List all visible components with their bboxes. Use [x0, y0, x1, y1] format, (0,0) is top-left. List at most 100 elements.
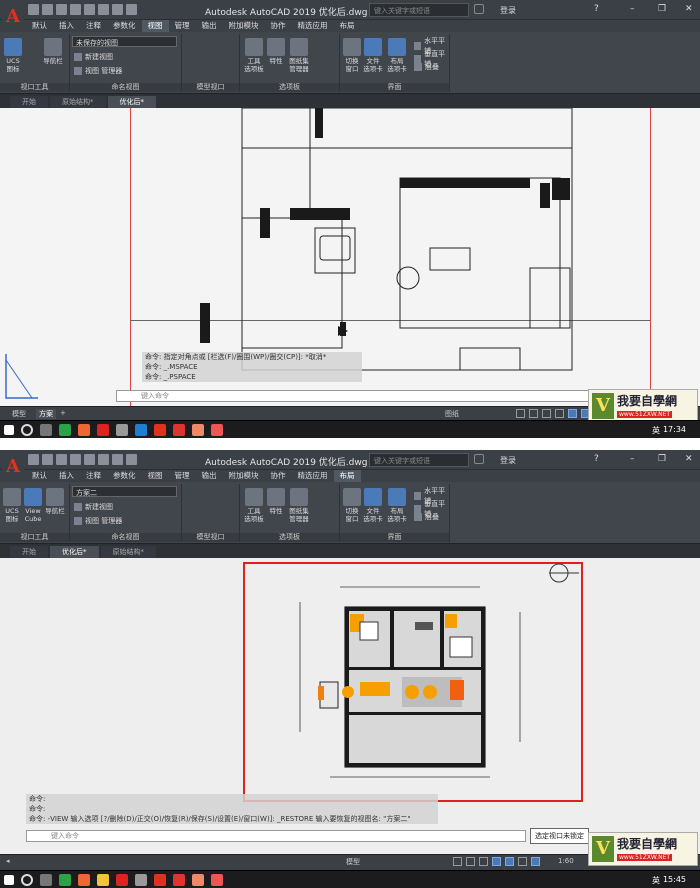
redo-icon[interactable]: [126, 4, 137, 15]
add-layout-icon[interactable]: +: [60, 409, 66, 417]
snap-icon[interactable]: [516, 409, 525, 418]
new-view-button[interactable]: 新建视图: [74, 502, 113, 512]
menu-item[interactable]: 注释: [80, 20, 107, 32]
polar-icon[interactable]: [479, 857, 488, 866]
layout-tabs-button[interactable]: 布局 选项卡: [386, 488, 408, 523]
maximize-icon[interactable]: ❐: [658, 454, 666, 464]
minimize-icon[interactable]: –: [630, 454, 635, 464]
app-icon[interactable]: [211, 874, 223, 886]
windows-start-icon[interactable]: [4, 875, 14, 885]
ucs-icon-button[interactable]: UCS 图标: [3, 38, 23, 73]
app-icon[interactable]: [78, 424, 90, 436]
sheetset-button[interactable]: 图纸集 管理器: [287, 488, 311, 523]
wechat-icon[interactable]: [59, 874, 71, 886]
grid-icon[interactable]: [453, 857, 462, 866]
search-icon[interactable]: [21, 874, 33, 886]
file-tab[interactable]: 开始: [10, 546, 48, 558]
save-icon[interactable]: [56, 454, 67, 465]
navbar-button[interactable]: 导航栏: [42, 38, 64, 65]
app-logo[interactable]: A: [2, 1, 24, 31]
menu-item[interactable]: 协作: [265, 470, 292, 482]
command-input[interactable]: 键入命令: [26, 830, 526, 842]
menu-item[interactable]: 管理: [169, 470, 196, 482]
view-manager-button[interactable]: 视图 管理器: [74, 66, 122, 76]
clock[interactable]: 15:45: [663, 875, 686, 884]
cascade-button[interactable]: 层叠: [414, 512, 439, 522]
menu-item[interactable]: 注释: [80, 470, 107, 482]
minimize-icon[interactable]: –: [630, 4, 635, 14]
app-icon[interactable]: [97, 424, 109, 436]
taskview-icon[interactable]: [40, 874, 52, 886]
switch-window-button[interactable]: 切换 窗口: [342, 38, 362, 73]
autocad-icon[interactable]: [154, 424, 166, 436]
app-logo[interactable]: A: [2, 451, 24, 481]
viewport-icon[interactable]: [492, 857, 501, 866]
menu-item[interactable]: 布局: [334, 20, 361, 32]
login-link[interactable]: 登录: [500, 455, 516, 466]
menu-item[interactable]: 视图: [141, 20, 169, 32]
menu-item[interactable]: 参数化: [107, 20, 142, 32]
file-tabs-button[interactable]: 文件 选项卡: [362, 488, 384, 523]
new-icon[interactable]: [28, 454, 39, 465]
model-tab[interactable]: 模型: [12, 409, 26, 419]
ime-indicator[interactable]: 英: [652, 875, 660, 886]
taskview-icon[interactable]: [40, 424, 52, 436]
undo-icon[interactable]: [112, 454, 123, 465]
clock[interactable]: 17:34: [663, 425, 686, 434]
menu-item[interactable]: 协作: [265, 20, 292, 32]
app-icon[interactable]: [211, 424, 223, 436]
app-icon[interactable]: [192, 424, 204, 436]
menu-item[interactable]: 输出: [196, 20, 223, 32]
new-view-button[interactable]: 新建视图: [74, 52, 113, 62]
file-tabs-button[interactable]: 文件 选项卡: [362, 38, 384, 73]
lock-icon[interactable]: [531, 857, 540, 866]
file-tab[interactable]: 原始结构*: [100, 546, 156, 558]
menu-item[interactable]: 默认: [26, 20, 53, 32]
layout-tabs-button[interactable]: 布局 选项卡: [386, 38, 408, 73]
select-icon[interactable]: [505, 857, 514, 866]
folder-icon[interactable]: [97, 874, 109, 886]
viewcube-button[interactable]: View Cube: [22, 488, 44, 523]
switch-window-button[interactable]: 切换 窗口: [342, 488, 362, 523]
save-icon[interactable]: [56, 4, 67, 15]
search-input[interactable]: 键入关键字或短语: [369, 453, 469, 467]
app-icon[interactable]: [135, 874, 147, 886]
command-input[interactable]: 键入命令: [116, 390, 590, 402]
app-icon[interactable]: [192, 874, 204, 886]
menu-item[interactable]: 布局: [333, 470, 361, 482]
menu-item[interactable]: 管理: [169, 20, 196, 32]
app-icon[interactable]: [135, 424, 147, 436]
file-tab[interactable]: 优化后*: [50, 546, 99, 558]
file-tab[interactable]: 开始: [10, 96, 48, 108]
plot-icon[interactable]: [98, 4, 109, 15]
windows-start-icon[interactable]: [4, 425, 14, 435]
search-icon[interactable]: [474, 4, 484, 14]
web-icon[interactable]: [84, 4, 95, 15]
undo-icon[interactable]: [112, 4, 123, 15]
wechat-icon[interactable]: [59, 424, 71, 436]
menu-item[interactable]: 附加模块: [223, 470, 265, 482]
navbar-button[interactable]: 导航栏: [44, 488, 66, 515]
polar-icon[interactable]: [529, 409, 538, 418]
menu-item[interactable]: 输出: [196, 470, 223, 482]
view-dropdown[interactable]: 未保存的视图: [72, 36, 177, 47]
search-icon[interactable]: [21, 424, 33, 436]
viewport-icon[interactable]: [568, 409, 577, 418]
app-icon[interactable]: [116, 874, 128, 886]
help-icon[interactable]: ?: [594, 4, 599, 14]
drawing-canvas[interactable]: 命令: 指定对角点或 [栏选(F)/圈围(WP)/圈交(CP)]: *取消* 命令…: [0, 108, 700, 406]
paper-space-toggle[interactable]: 图纸: [445, 409, 459, 419]
menu-item[interactable]: 视图: [142, 470, 169, 482]
app-icon[interactable]: [173, 874, 185, 886]
web-icon[interactable]: [84, 454, 95, 465]
tool-palettes-button[interactable]: 工具 选项板: [242, 38, 266, 73]
menu-item[interactable]: 默认: [26, 470, 53, 482]
menu-item[interactable]: 插入: [53, 20, 80, 32]
search-icon[interactable]: [474, 454, 484, 464]
layout-tab[interactable]: ◂: [6, 857, 10, 865]
menu-item[interactable]: 参数化: [107, 470, 142, 482]
close-icon[interactable]: ✕: [685, 454, 693, 464]
saveas-icon[interactable]: [70, 454, 81, 465]
autocad-icon[interactable]: [154, 874, 166, 886]
redo-icon[interactable]: [126, 454, 137, 465]
